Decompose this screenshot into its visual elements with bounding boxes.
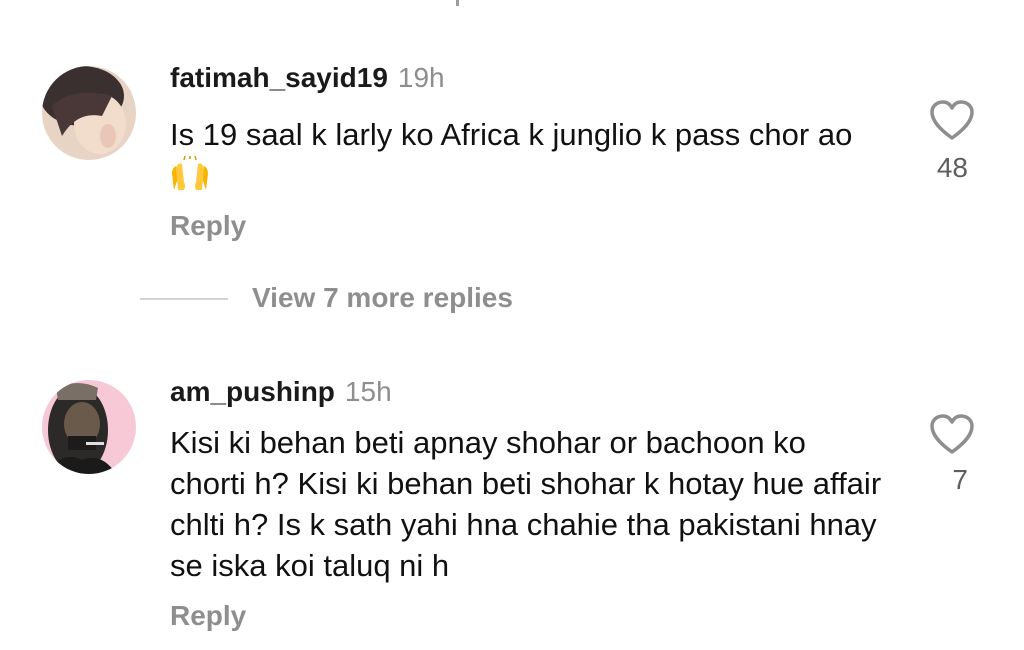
avatar[interactable] [42,380,136,474]
like-count: 48 [936,152,968,183]
heart-outline-icon[interactable] [928,412,976,456]
reply-button[interactable]: Reply [170,600,246,632]
raising-hands-emoji-icon [170,155,210,202]
reply-button[interactable]: Reply [170,210,246,242]
comment-body: Is 19 saal k larly ko Africa k junglio k… [170,117,853,152]
username[interactable]: fatimah_sayid19 [170,62,388,93]
comment-body: Kisi ki behan beti apnay shohar or bacho… [170,425,882,583]
avatar[interactable] [42,66,136,160]
comment-meta: fatimah_sayid19 19h [170,60,445,96]
divider-line [140,298,228,300]
like-count: 7 [952,464,968,495]
timestamp: 15h [344,376,392,407]
comment-meta: am_pushinp 15h [170,374,392,410]
view-more-replies-label[interactable]: View 7 more replies [252,282,513,314]
username[interactable]: am_pushinp [170,376,335,407]
heart-outline-icon[interactable] [928,98,976,142]
comment-text: Is 19 saal k larly ko Africa k junglio k… [170,114,890,202]
comment-text: Kisi ki behan beti apnay shohar or bacho… [170,422,890,586]
scroll-indicator [456,0,459,6]
timestamp: 19h [397,62,445,93]
